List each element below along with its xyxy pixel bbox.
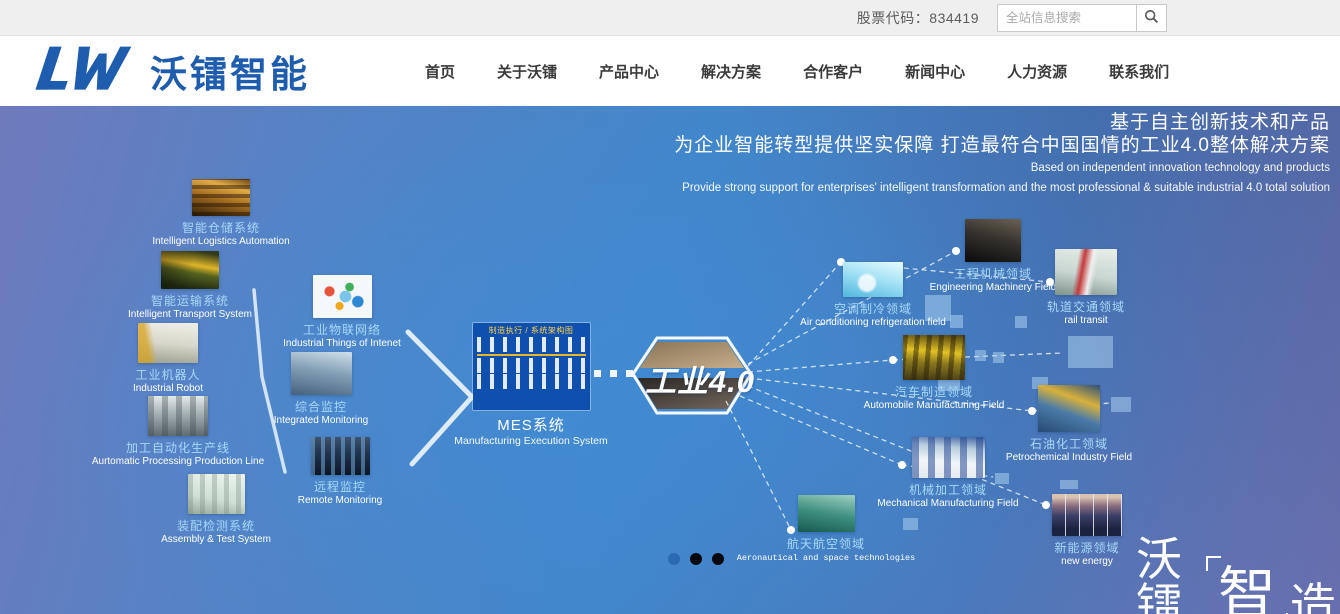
slogan-pre: 沃镭: [1136, 533, 1186, 614]
mes-diagram-title: 制造执行 / 系统架构图: [488, 326, 574, 335]
banner-headline: 基于自主创新技术和产品 为企业智能转型提供坚实保障 打造最符合中国国情的工业4.…: [674, 111, 1330, 197]
banner-item-warehouse: 智能仓储系统 Intelligent Logistics Automation: [121, 179, 321, 248]
mes-diagram-row: [476, 374, 586, 389]
mes-diagram-divider: [476, 354, 586, 356]
mes-diagram: 制造执行 / 系统架构图: [472, 323, 590, 410]
transport-photo: [161, 251, 219, 289]
slogan-post: 造: [1290, 579, 1340, 614]
item-label-en: Aeronautical and space technologies: [736, 553, 916, 563]
site-search: [997, 3, 1167, 32]
banner-item-iot: 工业物联网络 Industrial Things of Intenet: [242, 275, 442, 350]
item-label-en: Air conditioning refrigeration field: [800, 317, 946, 328]
logo[interactable]: 沃镭智能: [30, 44, 310, 98]
nav-item-home[interactable]: 首页: [425, 61, 455, 82]
page: 股票代码：834419 全站信息搜索 沃镭智能 首页 关于沃镭 产品中心 解决方…: [0, 0, 1340, 614]
item-label-en: Intelligent Logistics Automation: [152, 236, 290, 247]
integrated-monitoring-photo: [290, 352, 352, 395]
air-conditioning-photo: [843, 262, 903, 297]
iot-photo: [312, 275, 372, 318]
carousel-dot-1[interactable]: [668, 553, 680, 565]
nav-item-about[interactable]: 关于沃镭: [497, 61, 557, 82]
item-label-zh: 工业物联网络: [302, 323, 381, 337]
search-button[interactable]: [1137, 3, 1167, 32]
nav-item-contact[interactable]: 联系我们: [1109, 61, 1169, 82]
search-icon: [1144, 9, 1159, 27]
main-nav: 首页 关于沃镭 产品中心 解决方案 合作客户 新闻中心 人力资源 联系我们: [425, 36, 1169, 106]
item-label-zh: 轨道交通领域: [1046, 300, 1125, 314]
nav-item-news[interactable]: 新闻中心: [905, 61, 965, 82]
banner-item-aerospace: 航天航空领域 Aeronautical and space technologi…: [726, 495, 926, 564]
top-utility-bar: 股票代码：834419: [0, 0, 1340, 36]
banner-item-rail-transit: 轨道交通领域 rail transit: [986, 249, 1186, 327]
headline-zh-2: 为企业智能转型提供坚实保障 打造最符合中国国情的工业4.0整体解决方案: [674, 135, 1330, 156]
carousel-dot-2[interactable]: [690, 553, 702, 565]
mechanical-photo: [911, 437, 985, 478]
carousel-dot-3[interactable]: [712, 553, 724, 565]
item-label-zh: 智能仓储系统: [181, 221, 260, 235]
search-input[interactable]: [997, 3, 1137, 32]
robot-photo: [138, 323, 198, 363]
site-header: 沃镭智能 首页 关于沃镭 产品中心 解决方案 合作客户 新闻中心 人力资源 联系…: [0, 36, 1340, 106]
slogan-bracket: 智: [1205, 556, 1289, 614]
mes-label-zh: MES系统: [497, 417, 565, 434]
headline-en-2: Provide strong support for enterprises' …: [682, 182, 1330, 194]
slogan: 沃镭 智 造: [1136, 536, 1340, 614]
nav-item-hr[interactable]: 人力资源: [1007, 61, 1067, 82]
item-label-zh: 装配检测系统: [176, 519, 255, 533]
stock-code-label: 股票代码：834419: [856, 9, 979, 26]
new-energy-photo: [1052, 494, 1122, 536]
remote-monitoring-photo: [310, 437, 370, 475]
hero-banner[interactable]: 基于自主创新技术和产品 为企业智能转型提供坚实保障 打造最符合中国国情的工业4.…: [0, 106, 1340, 614]
item-label-zh: 空调制冷领域: [833, 302, 912, 316]
item-label-en: rail transit: [1064, 315, 1108, 326]
mes-diagram-row: [476, 358, 586, 373]
rail-transit-photo: [1055, 249, 1117, 295]
banner-item-assembly-test: 装配检测系统 Assembly & Test System: [116, 474, 316, 546]
industry-4-0-label: 工业4.0: [644, 364, 756, 399]
headline-en-1: Based on independent innovation technolo…: [1030, 162, 1330, 174]
logo-mark-icon: [30, 43, 142, 100]
petrochemical-photo: [1038, 385, 1100, 432]
item-label-en: Industrial Things of Intenet: [283, 338, 401, 349]
nav-item-products[interactable]: 产品中心: [599, 61, 659, 82]
automobile-photo: [903, 335, 965, 380]
processing-line-photo: [148, 396, 208, 436]
assembly-test-photo: [187, 474, 245, 514]
banner-item-air-conditioning: 空调制冷领域 Air conditioning refrigeration fi…: [773, 262, 973, 329]
mes-label-en: Manufacturing Execution System: [454, 435, 608, 447]
logo-text: 沃镭智能: [150, 54, 310, 95]
aerospace-photo: [797, 495, 855, 532]
item-label-zh: 航天航空领域: [786, 537, 865, 551]
nav-item-customers[interactable]: 合作客户: [803, 61, 863, 82]
warehouse-photo: [192, 179, 250, 216]
carousel-dots: [668, 553, 724, 565]
headline-zh-1: 基于自主创新技术和产品: [1109, 112, 1330, 133]
nav-item-solutions[interactable]: 解决方案: [701, 61, 761, 82]
mes-diagram-row: [476, 337, 586, 352]
banner-item-mes: 制造执行 / 系统架构图 MES系统 Manufacturing Executi…: [431, 323, 631, 447]
item-label-en: Assembly & Test System: [161, 534, 271, 545]
slogan-mid: 智: [1217, 562, 1276, 614]
